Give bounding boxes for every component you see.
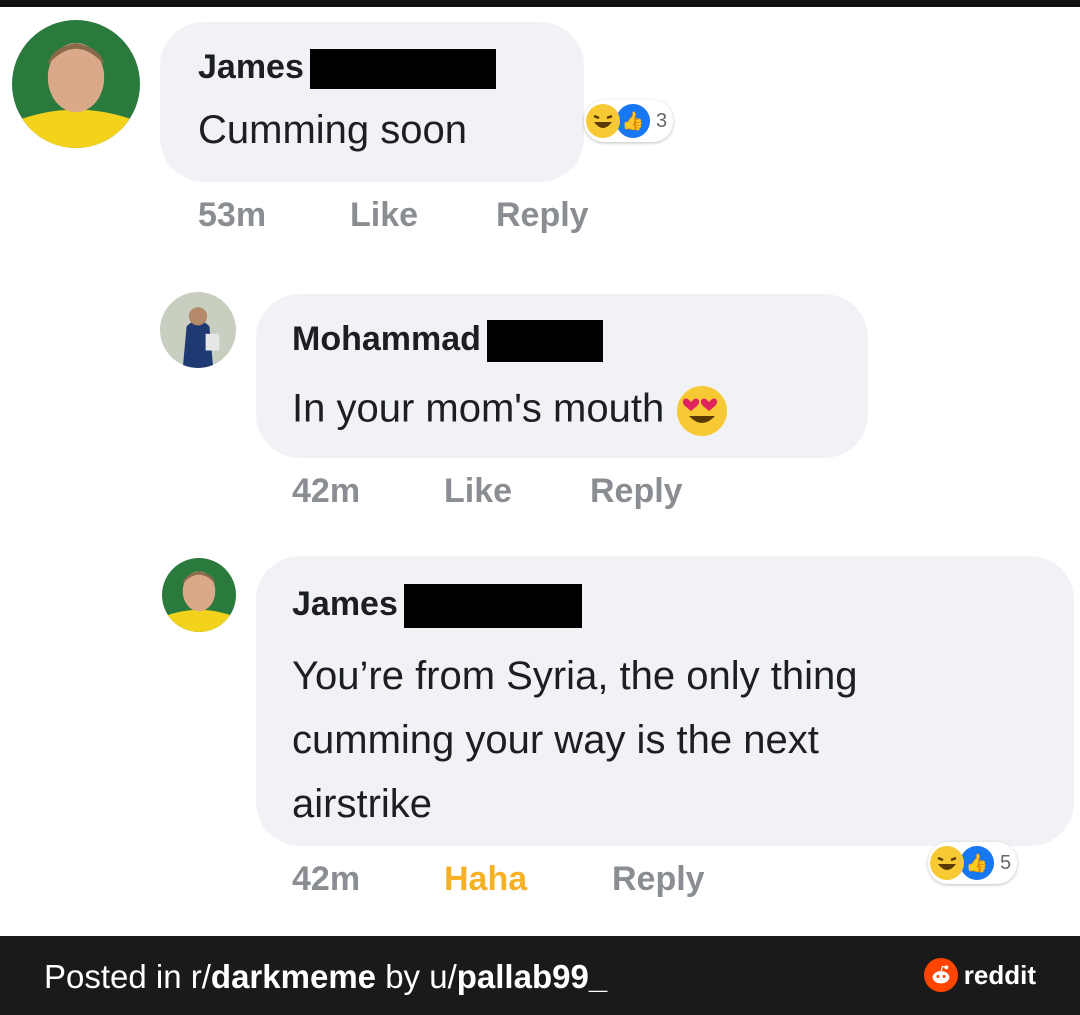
username-link[interactable]: pallab99_ [457,958,607,995]
haha-emoji-icon [586,104,620,138]
comment-time-2: 42m [292,472,361,510]
comment-bubble-1 [160,22,584,182]
reaction-summary-3[interactable]: 👍 5 [928,842,1018,884]
like-button-1[interactable]: Like [350,196,418,235]
reddit-wordmark: reddit [963,959,1036,990]
comment-text-line: In your mom's mouth [292,386,665,431]
like-button-2[interactable]: Like [444,472,512,511]
comment-text-3: You’re from Syria, the only thing cummin… [292,644,858,836]
posted-in-text: Posted in r/darkmeme by u/pallab99_ [44,958,607,996]
haha-button-3[interactable]: Haha [444,860,527,899]
comment-text-1: Cumming soon [198,108,468,152]
author-name: James [198,48,304,86]
by-label: by u/ [376,958,457,995]
subreddit-link[interactable]: darkmeme [211,958,376,995]
author-name: Mohammad [292,320,481,358]
comment-time-3: 42m [292,860,361,898]
comment-author-2[interactable]: Mohammad [292,320,603,363]
reply-button-3[interactable]: Reply [612,860,705,899]
comment-time-1: 53m [198,196,267,234]
comment-text-line: cumming your way is the next [292,718,819,762]
reaction-summary-1[interactable]: 👍 3 [584,100,674,142]
avatar-image [12,20,140,148]
comment-author-1[interactable]: James [198,48,496,90]
haha-emoji-icon [930,846,964,880]
author-name: James [292,584,398,623]
heart-eyes-emoji-icon [677,386,728,436]
avatar-image [160,292,236,368]
reply-button-1[interactable]: Reply [496,196,589,235]
reaction-count-1: 3 [656,109,668,132]
reddit-brand[interactable]: reddit [923,958,1036,992]
comment-meta-1: 53m Like Reply [198,196,618,236]
avatar-james[interactable] [162,558,236,632]
redaction-bar [486,320,603,363]
reddit-footer: Posted in r/darkmeme by u/pallab99_ redd… [0,936,1080,1015]
comment-meta-3: 42m Haha Reply [292,860,732,900]
redaction-bar [403,584,582,628]
comment-text-line: You’re from Syria, the only thing [292,654,858,698]
reply-button-2[interactable]: Reply [590,472,683,511]
avatar-image [162,558,236,632]
redaction-bar [309,49,496,90]
comment-text-line: airstrike [292,782,433,826]
reaction-count-3: 5 [1000,851,1012,874]
comment-author-3[interactable]: James [292,584,582,628]
top-border [0,0,1080,7]
posted-in-label: Posted in r/ [44,958,211,995]
avatar-james[interactable] [12,20,140,148]
avatar-mohammad[interactable] [160,292,236,368]
comment-meta-2: 42m Like Reply [292,472,712,512]
reddit-logo-icon [923,958,958,992]
comment-text-2: In your mom's mouth [292,386,728,436]
